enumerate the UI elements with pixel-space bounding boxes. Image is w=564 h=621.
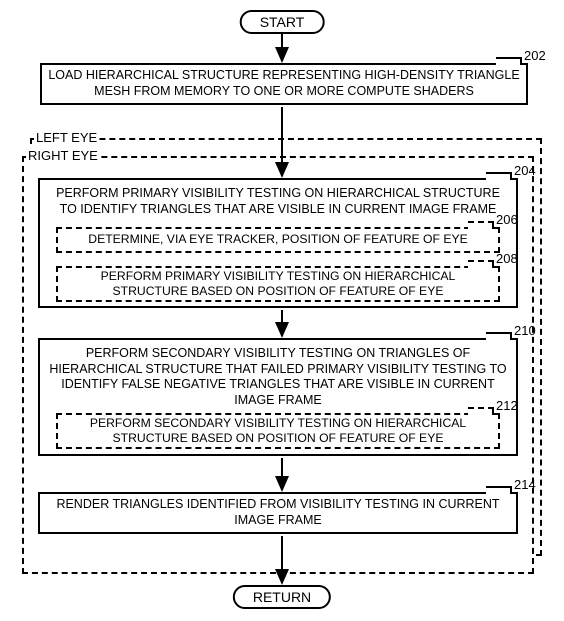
ref-notch: [496, 57, 522, 65]
step-text: LOAD HIERARCHICAL STRUCTURE REPRESENTING…: [48, 68, 520, 99]
substep-secondary-based-on-eye: PERFORM SECONDARY VISIBILITY TESTING ON …: [56, 413, 500, 449]
left-eye-label: LEFT EYE: [34, 130, 99, 145]
step-text: PERFORM SECONDARY VISIBILITY TESTING ON …: [48, 346, 508, 409]
substep-text: PERFORM SECONDARY VISIBILITY TESTING ON …: [64, 416, 492, 447]
ref-204: 204: [514, 163, 536, 178]
step-text: PERFORM PRIMARY VISIBILITY TESTING ON HI…: [48, 186, 508, 217]
ref-212: 212: [496, 398, 518, 413]
return-label: RETURN: [253, 589, 311, 605]
ref-210: 210: [514, 323, 536, 338]
ref-202: 202: [524, 48, 546, 63]
ref-notch: [468, 221, 494, 229]
step-load-structure: LOAD HIERARCHICAL STRUCTURE REPRESENTING…: [40, 63, 528, 105]
substep-text: PERFORM PRIMARY VISIBILITY TESTING ON HI…: [64, 269, 492, 300]
step-text: RENDER TRIANGLES IDENTIFIED FROM VISIBIL…: [46, 497, 510, 528]
ref-notch: [468, 260, 494, 268]
flowchart: START LOAD HIERARCHICAL STRUCTURE REPRES…: [0, 0, 564, 621]
ref-214: 214: [514, 477, 536, 492]
substep-eye-tracker: DETERMINE, VIA EYE TRACKER, POSITION OF …: [56, 227, 500, 253]
right-eye-label: RIGHT EYE: [26, 148, 100, 163]
ref-notch: [486, 332, 512, 340]
start-terminal: START: [240, 10, 325, 34]
substep-text: DETERMINE, VIA EYE TRACKER, POSITION OF …: [88, 232, 467, 247]
start-label: START: [260, 14, 305, 30]
ref-notch: [486, 486, 512, 494]
step-render-triangles: RENDER TRIANGLES IDENTIFIED FROM VISIBIL…: [38, 492, 518, 534]
ref-206: 206: [496, 212, 518, 227]
substep-primary-based-on-eye: PERFORM PRIMARY VISIBILITY TESTING ON HI…: [56, 266, 500, 302]
return-terminal: RETURN: [233, 585, 331, 609]
ref-notch: [486, 172, 512, 180]
ref-208: 208: [496, 251, 518, 266]
ref-notch: [468, 407, 494, 415]
